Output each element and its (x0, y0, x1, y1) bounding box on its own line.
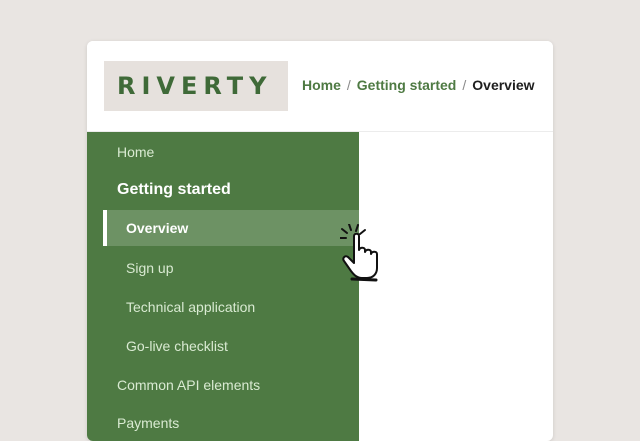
sidebar-item-home[interactable]: Home (117, 144, 154, 160)
docs-window: RIVERTY Home / Getting started / Overview Ho… (87, 41, 553, 441)
sidebar-item-sign-up[interactable]: Sign up (126, 260, 173, 276)
active-indicator (103, 210, 107, 246)
riverty-logo[interactable]: RIVERTY (104, 61, 288, 111)
breadcrumb-separator: / (346, 77, 351, 93)
breadcrumb: Home / Getting started / Overview (302, 77, 535, 93)
sidebar-item-technical-application[interactable]: Technical application (126, 299, 255, 315)
sidebar-item-common-api-elements[interactable]: Common API elements (117, 377, 260, 393)
pointing-hand-click-icon (339, 223, 386, 284)
sidebar-nav: Home Getting started Overview Sign up Te… (87, 132, 359, 441)
sidebar-section-getting-started[interactable]: Getting started (117, 181, 231, 199)
logo-text: RIVERTY (117, 72, 273, 100)
sidebar-item-go-live-checklist[interactable]: Go-live checklist (126, 338, 228, 354)
breadcrumb-current: Overview (472, 77, 535, 93)
breadcrumb-getting-started[interactable]: Getting started (357, 77, 457, 93)
top-header: RIVERTY Home / Getting started / Overview (87, 41, 553, 132)
breadcrumb-separator: / (462, 77, 467, 93)
sidebar-item-overview[interactable]: Overview (103, 210, 359, 246)
sidebar-item-payments[interactable]: Payments (117, 415, 179, 431)
breadcrumb-home[interactable]: Home (302, 77, 341, 93)
sidebar-item-label: Overview (126, 220, 189, 236)
